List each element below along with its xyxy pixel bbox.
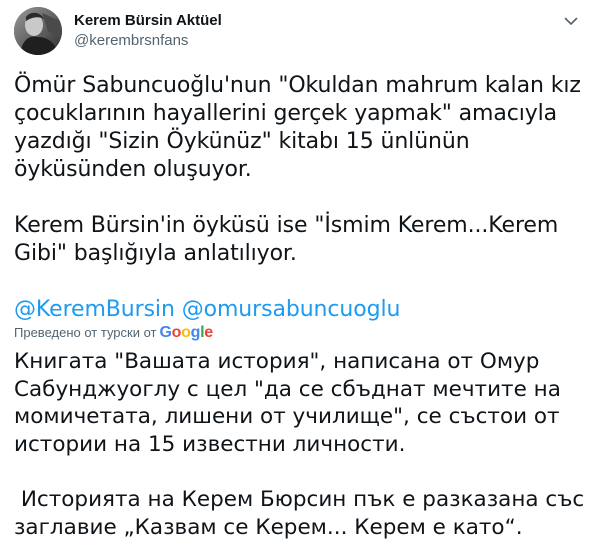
mention-link-kerembursin[interactable]: @KeremBursin bbox=[14, 297, 175, 322]
translation-attribution: Преведено от турски от Google bbox=[14, 325, 213, 341]
tweet-paragraph-1: Ömür Sabuncuoğlu'nun "Okuldan mahrum kal… bbox=[14, 73, 588, 182]
translation-label: Преведено от турски от bbox=[14, 325, 157, 340]
tweet: Kerem Bürsin Aktüel @kerembrsnfans Ömür … bbox=[0, 0, 596, 554]
author-names: Kerem Bürsin Aktüel @kerembrsnfans bbox=[74, 11, 222, 51]
chevron-down-icon bbox=[564, 17, 578, 25]
author-handle[interactable]: @kerembrsnfans bbox=[74, 31, 222, 51]
mention-link-omursabuncuoglu[interactable]: @omursabuncuoglu bbox=[182, 297, 401, 322]
tweet-mentions: @KeremBursin @omursabuncuoglu bbox=[14, 296, 586, 324]
avatar[interactable] bbox=[14, 7, 62, 55]
tweet-paragraph-2: Kerem Bürsin'in öyküsü ise "İsmim Kerem.… bbox=[14, 213, 566, 266]
tweet-header: Kerem Bürsin Aktüel @kerembrsnfans bbox=[14, 6, 222, 56]
author-display-name[interactable]: Kerem Bürsin Aktüel bbox=[74, 11, 222, 31]
tweet-text: Ömür Sabuncuoğlu'nun "Okuldan mahrum kal… bbox=[14, 72, 586, 324]
avatar-image bbox=[14, 7, 62, 55]
google-logo[interactable]: Google bbox=[160, 325, 214, 341]
translated-paragraph-2: Историята на Керем Бюрсин пък е разказан… bbox=[14, 487, 592, 540]
translated-text: Книгата "Вашата история", написана от Ом… bbox=[14, 348, 590, 541]
more-options-button[interactable] bbox=[560, 10, 582, 32]
translated-paragraph-1: Книгата "Вашата история", написана от Ом… bbox=[14, 349, 568, 457]
